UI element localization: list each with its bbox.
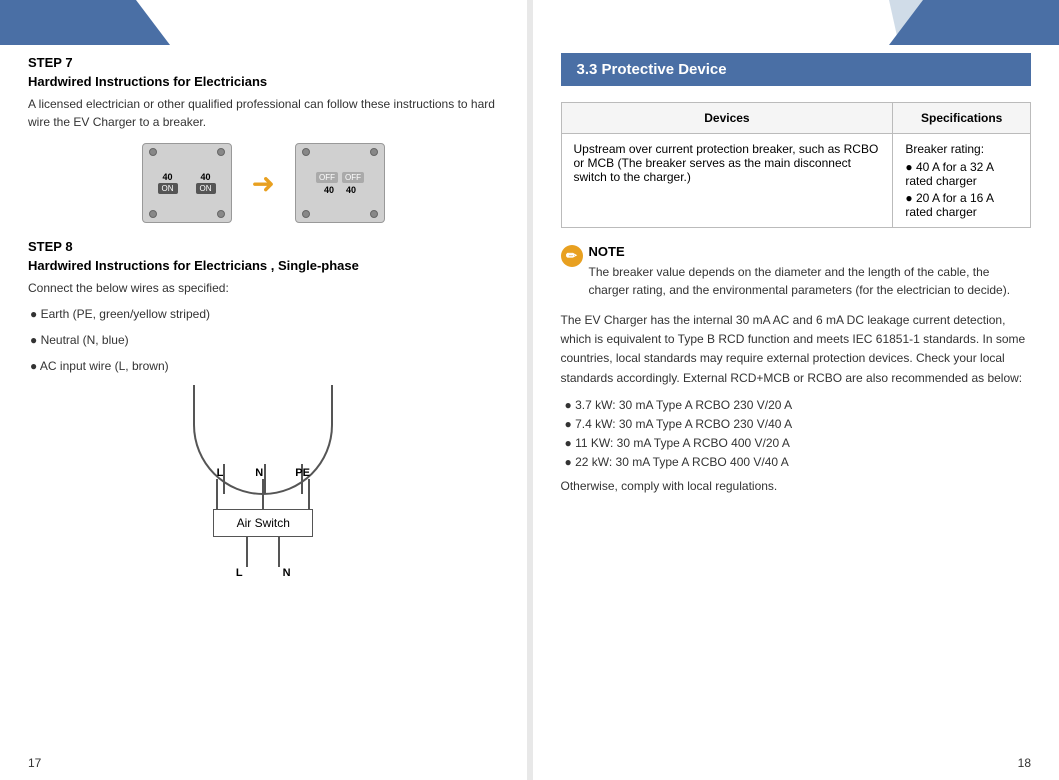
- note-content: NOTE The breaker value depends on the di…: [589, 244, 1032, 299]
- rcbo-bullet3: ● 11 KW: 30 mA Type A RCBO 400 V/20 A: [561, 434, 1032, 453]
- wiring-diagram: L N PE Air Switch: [28, 385, 499, 579]
- wiring-inner: L N PE Air Switch: [193, 385, 333, 579]
- wire-l-up: [246, 537, 248, 567]
- note-icon: ✏: [561, 245, 583, 267]
- header-main-left: [0, 0, 170, 45]
- num-left: 40: [324, 185, 334, 195]
- label-L: L: [217, 467, 224, 479]
- screw2-bl: [302, 210, 310, 218]
- bottom-wire-labels: L N: [236, 567, 291, 579]
- page-number-left: 17: [28, 756, 41, 770]
- right-header: [533, 0, 1059, 45]
- spec-bullet2: ● 20 A for a 16 A rated charger: [905, 191, 1018, 219]
- air-switch-box: Air Switch: [213, 509, 313, 537]
- table-cell-device: Upstream over current protection breaker…: [561, 134, 893, 228]
- rcbo-bullet1: ● 3.7 kW: 30 mA Type A RCBO 230 V/20 A: [561, 396, 1032, 415]
- table-header-devices: Devices: [561, 103, 893, 134]
- step7-subtitle: Hardwired Instructions for Electricians: [28, 74, 499, 89]
- label-N: N: [255, 467, 263, 479]
- bottom-label-L: L: [236, 567, 243, 579]
- left-page: STEP 7 Hardwired Instructions for Electr…: [0, 0, 527, 780]
- rcbo-bullet4: ● 22 kW: 30 mA Type A RCBO 400 V/40 A: [561, 453, 1032, 472]
- step8-bullet3: ● AC input wire (L, brown): [30, 357, 499, 375]
- bottom-label-N: N: [283, 567, 291, 579]
- screw-br: [217, 210, 225, 218]
- wire-n-up: [278, 537, 280, 567]
- screw-tl: [149, 148, 157, 156]
- screw2-br: [370, 210, 378, 218]
- step8-bullet2: ● Neutral (N, blue): [30, 331, 499, 349]
- arrow-icon: ➜: [252, 167, 275, 200]
- step7-text: A licensed electrician or other qualifie…: [28, 95, 499, 131]
- wires-from-switch: [246, 537, 280, 567]
- breaker-on: 40 ON 40 ON: [142, 143, 232, 223]
- top-wire-labels: L N PE: [217, 467, 310, 479]
- note-box: ✏ NOTE The breaker value depends on the …: [561, 244, 1032, 299]
- body-text2: Otherwise, comply with local regulations…: [561, 477, 1032, 496]
- spec-label: Breaker rating:: [905, 142, 1018, 156]
- switch-right-on: 40 ON: [189, 172, 223, 195]
- rcbo-bullet2: ● 7.4 kW: 30 mA Type A RCBO 230 V/40 A: [561, 415, 1032, 434]
- table-header-specs: Specifications: [893, 103, 1031, 134]
- off-label-left: OFF: [316, 172, 338, 183]
- left-content: STEP 7 Hardwired Instructions for Electr…: [0, 55, 527, 599]
- screw2-tl: [302, 148, 310, 156]
- breaker-illustration: 40 ON 40 ON ➜: [28, 143, 499, 223]
- body-text1: The EV Charger has the internal 30 mA AC…: [561, 311, 1032, 388]
- table-row: Upstream over current protection breaker…: [561, 134, 1031, 228]
- wire-l-down: [216, 479, 218, 509]
- step8-connect: Connect the below wires as specified:: [28, 279, 499, 297]
- step8-subtitle: Hardwired Instructions for Electricians …: [28, 258, 499, 273]
- screw2-tr: [370, 148, 378, 156]
- note-title: NOTE: [589, 244, 1032, 259]
- spec-bullet1: ● 40 A for a 32 A rated charger: [905, 160, 1018, 188]
- screw-tr: [217, 148, 225, 156]
- document-spread: STEP 7 Hardwired Instructions for Electr…: [0, 0, 1059, 780]
- device-table: Devices Specifications Upstream over cur…: [561, 102, 1032, 228]
- label-PE: PE: [295, 467, 310, 479]
- screw-bl: [149, 210, 157, 218]
- step8-title: STEP 8: [28, 239, 499, 254]
- left-header: [0, 0, 527, 45]
- page-number-right: 18: [1018, 756, 1031, 770]
- table-cell-specs: Breaker rating: ● 40 A for a 32 A rated …: [893, 134, 1031, 228]
- num-right: 40: [346, 185, 356, 195]
- right-content: 3.3 Protective Device Devices Specificat…: [533, 53, 1059, 524]
- switch-left-on: 40 ON: [151, 172, 185, 195]
- off-label-right: OFF: [342, 172, 364, 183]
- step7-title: STEP 7: [28, 55, 499, 70]
- breaker-off: OFF OFF 40 40: [295, 143, 385, 223]
- wire-pe-down: [308, 479, 310, 509]
- step8-bullet1: ● Earth (PE, green/yellow striped): [30, 305, 499, 323]
- right-page: 3.3 Protective Device Devices Specificat…: [533, 0, 1059, 780]
- section-title: 3.3 Protective Device: [561, 53, 1032, 86]
- note-text: The breaker value depends on the diamete…: [589, 263, 1032, 299]
- note-inner: ✏ NOTE The breaker value depends on the …: [561, 244, 1032, 299]
